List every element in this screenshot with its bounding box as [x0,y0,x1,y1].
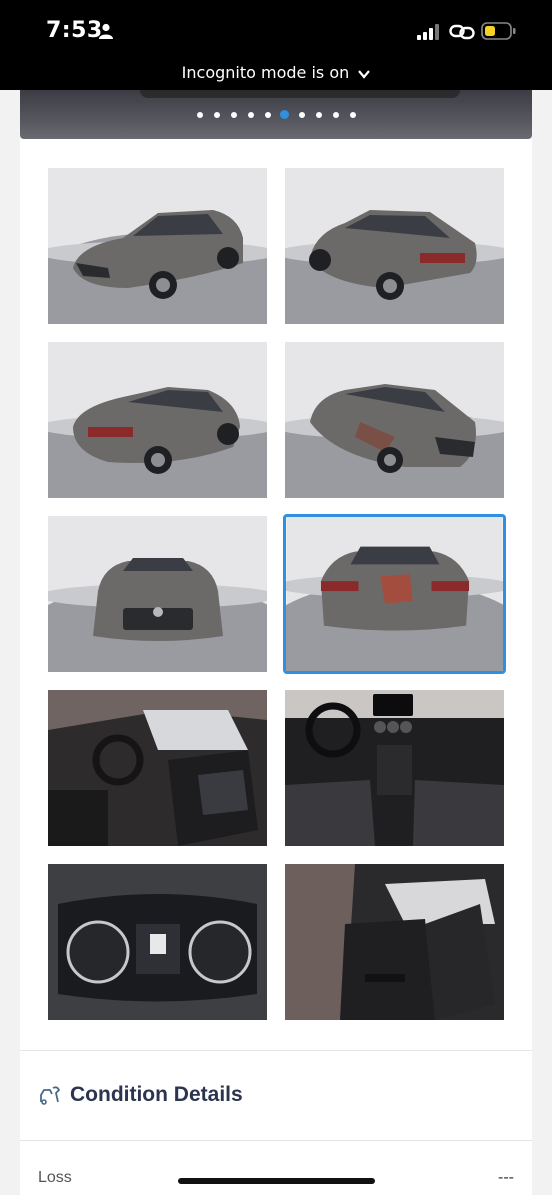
car-photo-icon [48,516,267,672]
battery-icon [481,22,516,40]
photo-thumbnail-rear-seat[interactable] [285,864,504,1020]
photo-thumbnail-rear-left[interactable] [48,342,267,498]
status-bar: 7:53 [0,0,552,60]
photo-thumbnail-rear-right[interactable] [285,168,504,324]
car-photo-icon [285,864,504,1020]
section-divider [20,1140,532,1141]
loss-value: --- [498,1169,514,1186]
photo-thumbnail-dashboard[interactable] [285,690,504,846]
link-icon [449,24,475,40]
car-photo-icon [48,168,267,324]
person-icon [99,23,113,39]
photo-thumbnail-instrument-cluster[interactable] [48,864,267,1020]
carousel-dot[interactable] [332,111,339,118]
incognito-label: Incognito mode is on [181,63,350,82]
car-photo-icon [48,864,267,1020]
loss-label: Loss [38,1169,72,1186]
hero-car-shadow [140,90,460,98]
car-photo-icon [48,342,267,498]
incognito-banner[interactable]: Incognito mode is on [0,60,552,90]
hero-photo[interactable] [20,90,532,139]
chevron-down-icon [358,69,371,79]
status-time: 7:53 [46,18,103,43]
carousel-dot[interactable] [230,111,237,118]
photo-thumbnail-front[interactable] [48,516,267,672]
car-photo-icon [285,690,504,846]
photo-thumbnail-front-left[interactable] [48,168,267,324]
photo-thumbnail-driver-interior[interactable] [48,690,267,846]
wrench-car-icon [40,1086,61,1105]
carousel-dot[interactable] [264,111,271,118]
carousel-dot[interactable] [298,111,305,118]
carousel-dot[interactable] [213,111,220,118]
signal-icon [417,24,439,40]
home-indicator[interactable] [178,1178,375,1184]
vehicle-card: Condition Details Loss --- [20,139,532,1195]
carousel-dot[interactable] [196,111,203,118]
carousel-dot[interactable] [349,111,356,118]
car-photo-icon [285,168,504,324]
car-photo-icon [285,342,504,498]
carousel-dot-active[interactable] [280,110,289,119]
carousel-dots [20,110,532,119]
car-photo-icon [286,517,503,671]
section-divider [20,1050,532,1051]
photo-thumbnail-rear-selected[interactable] [283,514,506,674]
photo-thumbnail-front-right-damage[interactable] [285,342,504,498]
condition-details-title: Condition Details [70,1083,243,1106]
carousel-dot[interactable] [247,111,254,118]
car-photo-icon [48,690,267,846]
carousel-dot[interactable] [315,111,322,118]
condition-details-header: Condition Details [38,1079,243,1111]
